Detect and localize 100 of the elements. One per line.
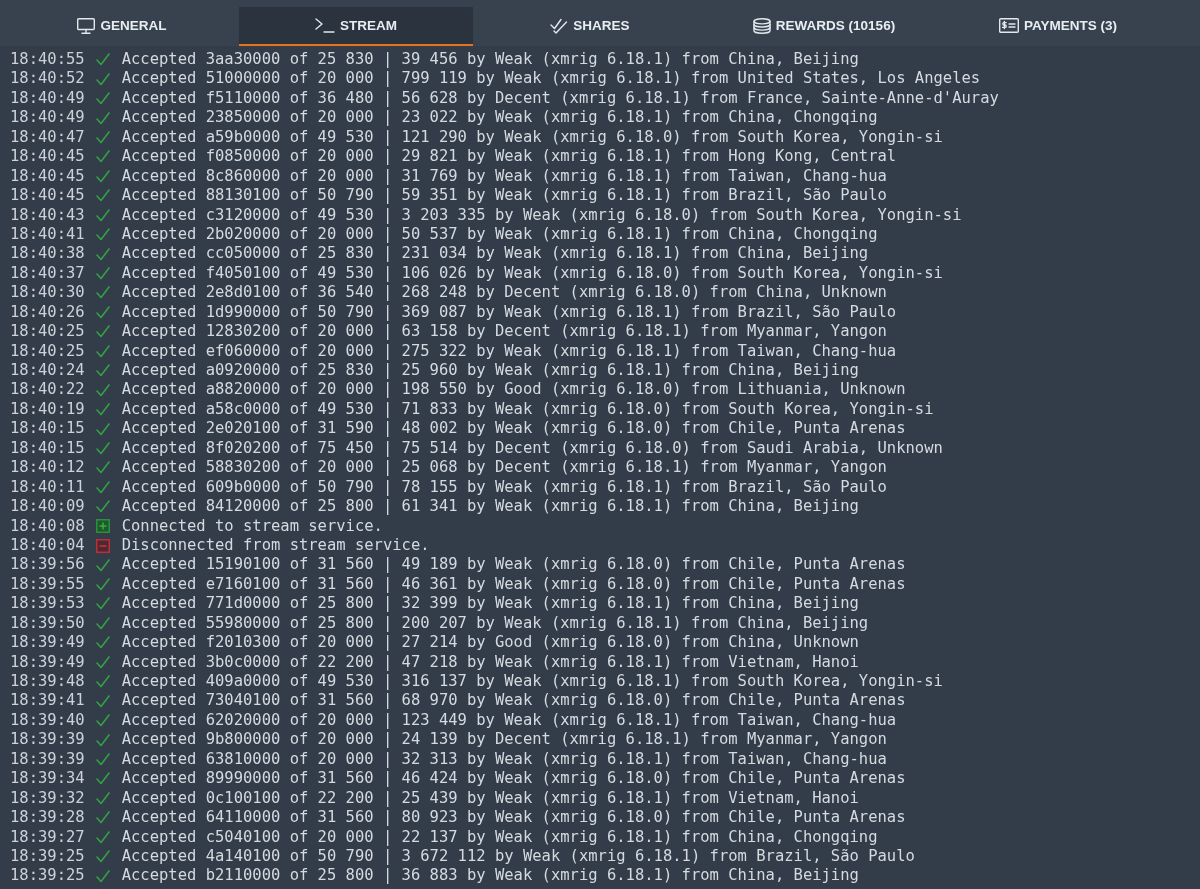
timestamp: 18:40:22 <box>10 380 85 400</box>
timestamp: 18:40:12 <box>10 458 85 478</box>
timestamp: 18:40:04 <box>10 535 85 556</box>
timestamp: 18:40:19 <box>10 399 85 420</box>
log-message: Accepted 0c100100 of 22 200 | 25 439 by Weak (xmrig 6.18.1) from Vietnam, Hanoi <box>121 788 859 809</box>
terminal-icon <box>315 18 335 33</box>
timestamp: 18:40:52 <box>10 69 85 89</box>
check-icon <box>95 791 110 805</box>
log-message: Accepted f2010300 of 20 000 | 27 214 by Good (xmrig 6.18.0) from China, Unknown <box>121 633 859 653</box>
log-message: Accepted a8820000 of 20 000 | 198 550 by Good (xmrig 6.18.0) from Lithuania, Unknown <box>121 380 906 400</box>
plus-square-icon <box>95 519 110 534</box>
log-message: Accepted 63810000 of 20 000 | 32 313 by Weak (xmrig 6.18.1) from Taiwan, Chang-hua <box>121 749 887 770</box>
timestamp: 18:40:30 <box>10 283 85 303</box>
timestamp: 18:39:39 <box>10 749 85 770</box>
log-message: Accepted a59b0000 of 49 530 | 121 290 by Weak (xmrig 6.18.0) from South Korea, Yongin-si <box>121 127 943 148</box>
check-icon <box>95 636 110 650</box>
check-icon <box>95 403 110 417</box>
log-message: Connected to stream service. <box>121 516 383 536</box>
timestamp: 18:40:08 <box>10 516 85 536</box>
timestamp: 18:39:25 <box>10 846 85 867</box>
log-message: Accepted 771d0000 of 25 800 | 32 399 by Weak (xmrig 6.18.1) from China, Beijing <box>121 594 859 614</box>
timestamp: 18:40:15 <box>10 419 85 439</box>
log-message: Accepted 88130100 of 50 790 | 59 351 by Weak (xmrig 6.18.1) from Brazil, São Paulo <box>121 186 887 206</box>
timestamp: 18:39:50 <box>10 613 85 634</box>
check-icon <box>95 208 110 222</box>
check-icon <box>95 830 110 844</box>
timestamp: 18:40:45 <box>10 147 85 167</box>
timestamp: 18:40:41 <box>10 224 85 245</box>
check-icon <box>95 461 110 475</box>
log-message: Accepted 89990000 of 31 560 | 46 424 by Weak (xmrig 6.18.0) from Chile, Punta Arenas <box>121 769 906 789</box>
timestamp: 18:40:49 <box>10 88 85 109</box>
check-icon <box>95 72 110 86</box>
check-icon <box>95 752 110 766</box>
minus-square-icon <box>95 538 110 553</box>
timestamp: 18:40:09 <box>10 497 85 517</box>
timestamp: 18:39:56 <box>10 555 85 575</box>
log-message: Accepted f5110000 of 36 480 | 56 628 by Decent (xmrig 6.18.1) from France, Sainte-Anne-d'Auray <box>121 88 999 109</box>
check-icon <box>95 811 110 825</box>
timestamp: 18:39:40 <box>10 710 85 731</box>
log-message: Accepted c5040100 of 20 000 | 22 137 by Weak (xmrig 6.18.1) from China, Chongqing <box>121 827 878 847</box>
check-icon <box>95 480 110 494</box>
check-icon <box>95 247 110 261</box>
log-message: Accepted cc050000 of 25 830 | 231 034 by Weak (xmrig 6.18.1) from China, Beijing <box>121 244 869 264</box>
log-message: Accepted 84120000 of 25 800 | 61 341 by Weak (xmrig 6.18.1) from China, Beijing <box>121 497 859 517</box>
log-message: Accepted 58830200 of 20 000 | 25 068 by Decent (xmrig 6.18.1) from Myanmar, Yangon <box>121 458 887 478</box>
log-message: Accepted 2e020100 of 31 590 | 48 002 by Weak (xmrig 6.18.0) from Chile, Punta Arenas <box>121 419 906 439</box>
check-icon <box>95 655 110 669</box>
timestamp: 18:40:38 <box>10 244 85 264</box>
check-icon <box>95 597 110 611</box>
log-message: Accepted 409a0000 of 49 530 | 316 137 by Weak (xmrig 6.18.1) from South Korea, Yongin-si <box>121 672 943 692</box>
check-icon <box>95 383 110 397</box>
log-message: Accepted ef060000 of 20 000 | 275 322 by Weak (xmrig 6.18.1) from Taiwan, Chang-hua <box>121 341 897 361</box>
tab[interactable]: REWARDS (10156) <box>707 7 941 46</box>
check-icon <box>95 578 110 592</box>
log-message: Accepted 2e8d0100 of 36 540 | 268 248 by Decent (xmrig 6.18.0) from China, Unknown <box>121 283 887 303</box>
check-icon <box>95 305 110 319</box>
timestamp: 18:40:49 <box>10 108 85 128</box>
log-message: Accepted c3120000 of 49 530 | 3 203 335 by Weak (xmrig 6.18.0) from South Korea, Yongin-si <box>121 205 962 225</box>
timestamp: 18:39:49 <box>10 652 85 672</box>
log-message: Accepted 12830200 of 20 000 | 63 158 by Decent (xmrig 6.18.1) from Myanmar, Yangon <box>121 322 887 342</box>
check-icon <box>95 772 110 786</box>
tab[interactable]: PAYMENTS (3) <box>941 7 1175 46</box>
check-icon <box>95 111 110 125</box>
log-message: Accepted 51000000 of 20 000 | 799 119 by Weak (xmrig 6.18.1) from United States, Los Angeles <box>121 69 981 89</box>
check-icon <box>95 325 110 339</box>
tab[interactable]: STREAM <box>239 7 473 46</box>
timestamp: 18:40:55 <box>10 50 85 70</box>
timestamp: 18:39:34 <box>10 769 85 789</box>
bill-icon <box>999 18 1019 33</box>
log-message: Accepted 23850000 of 20 000 | 23 022 by Weak (xmrig 6.18.1) from China, Chongqing <box>121 108 878 128</box>
timestamp: 18:40:26 <box>10 302 85 323</box>
check-icon <box>95 422 110 436</box>
tab[interactable]: SHARES <box>473 7 707 46</box>
timestamp: 18:39:48 <box>10 672 85 692</box>
check-icon <box>95 189 110 203</box>
log-message: Accepted 9b800000 of 20 000 | 24 139 by Decent (xmrig 6.18.1) from Myanmar, Yangon <box>121 730 887 750</box>
check-icon <box>95 286 110 300</box>
check-icon <box>95 869 110 883</box>
log-message: Accepted 3aa30000 of 25 830 | 39 456 by Weak (xmrig 6.18.1) from China, Beijing <box>121 50 859 70</box>
check-icon <box>95 850 110 864</box>
timestamp: 18:40:45 <box>10 166 85 187</box>
log-message: Accepted 15190100 of 31 560 | 49 189 by Weak (xmrig 6.18.0) from Chile, Punta Arenas <box>121 555 906 575</box>
tab[interactable]: GENERAL <box>5 7 239 46</box>
check-icon <box>95 694 110 708</box>
timestamp: 18:39:28 <box>10 808 85 828</box>
log-message: Accepted 62020000 of 20 000 | 123 449 by Weak (xmrig 6.18.1) from Taiwan, Chang-hua <box>121 710 897 731</box>
timestamp: 18:40:15 <box>10 438 85 459</box>
check-icon <box>95 441 110 455</box>
log-message: Accepted 1d990000 of 50 790 | 369 087 by Weak (xmrig 6.18.1) from Brazil, São Paulo <box>121 302 897 323</box>
check-icon <box>95 675 110 689</box>
check-icon <box>95 92 110 106</box>
log-message: Accepted f4050100 of 49 530 | 106 026 by Weak (xmrig 6.18.0) from South Korea, Yongin-si <box>121 263 943 284</box>
check-icon <box>95 500 110 514</box>
log-message: Accepted 609b0000 of 50 790 | 78 155 by Weak (xmrig 6.18.1) from Brazil, São Paulo <box>121 477 887 498</box>
log-message: Accepted 8f020200 of 75 450 | 75 514 by Decent (xmrig 6.18.0) from Saudi Arabia, Unknown <box>121 438 943 459</box>
timestamp: 18:40:43 <box>10 205 85 225</box>
timestamp: 18:40:45 <box>10 186 85 206</box>
timestamp: 18:39:25 <box>10 866 85 886</box>
log-message: Accepted 3b0c0000 of 22 200 | 47 218 by Weak (xmrig 6.18.1) from Vietnam, Hanoi <box>121 652 859 672</box>
check-icon <box>95 53 110 67</box>
